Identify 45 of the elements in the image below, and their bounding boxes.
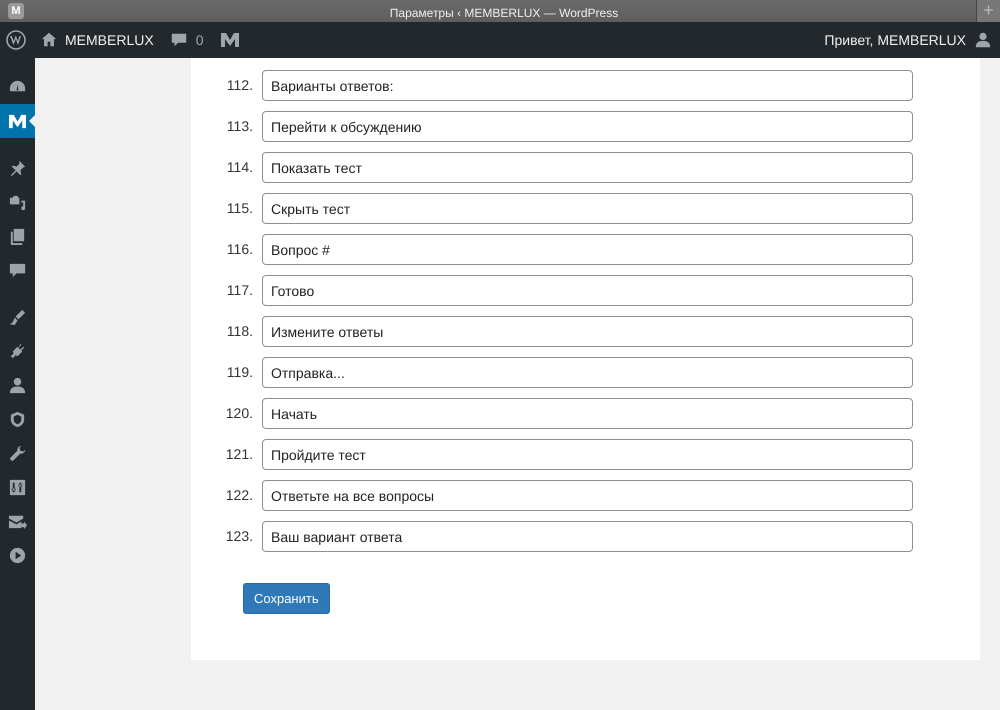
wordpress-logo-icon[interactable]	[6, 30, 26, 50]
app-badge: M	[8, 3, 24, 19]
home-icon[interactable]	[40, 31, 58, 49]
text-input[interactable]: Перейти к обсуждению	[262, 111, 913, 142]
user-icon[interactable]	[974, 31, 992, 49]
window-title: Параметры ‹ MEMBERLUX — WordPress	[388, 5, 620, 22]
comment-count[interactable]: 0	[196, 30, 204, 50]
text-input[interactable]: Показать тест	[262, 152, 913, 183]
row-number: 121.	[224, 445, 254, 464]
text-input[interactable]: Начать	[262, 398, 913, 429]
row-number: 123.	[224, 527, 254, 546]
text-input[interactable]: Ваш вариант ответа	[262, 521, 913, 552]
text-input[interactable]: Готово	[262, 275, 913, 306]
text-input[interactable]: Скрыть тест	[262, 193, 913, 224]
site-name-link[interactable]: MEMBERLUX	[65, 30, 154, 50]
text-input[interactable]: Ответьте на все вопросы	[262, 480, 913, 511]
greeting-link[interactable]: Привет, MEMBERLUX	[824, 30, 966, 50]
text-input[interactable]: Отправка...	[262, 357, 913, 388]
m-logo-icon[interactable]	[219, 30, 242, 50]
row-number: 120.	[224, 404, 254, 423]
row-number: 119.	[226, 363, 254, 382]
row-number: 122.	[224, 486, 254, 505]
text-input[interactable]: Варианты ответов:	[262, 70, 913, 101]
paintbrush-icon[interactable]	[8, 308, 27, 326]
plug-icon[interactable]	[8, 342, 27, 360]
play-icon[interactable]	[8, 546, 27, 564]
text-input[interactable]: Вопрос #	[262, 234, 913, 265]
text-input[interactable]: Пройдите тест	[262, 439, 913, 470]
row-number: 115.	[226, 199, 254, 218]
row-number: 116.	[226, 240, 254, 259]
row-number: 113.	[226, 117, 254, 136]
user-icon[interactable]	[8, 376, 27, 394]
save-button[interactable]: Сохранить	[243, 583, 330, 614]
row-number: 114.	[226, 158, 254, 177]
pushpin-icon[interactable]	[8, 158, 27, 178]
shield-icon[interactable]	[8, 410, 27, 428]
pages-icon[interactable]	[8, 226, 27, 246]
text-input[interactable]: Измените ответы	[262, 316, 913, 347]
comment-icon[interactable]	[170, 31, 188, 49]
sidebar-item[interactable]	[0, 104, 35, 138]
row-number: 117.	[226, 281, 254, 300]
wrench-icon[interactable]	[8, 444, 27, 462]
row-number: 112.	[226, 76, 254, 95]
sliders-icon[interactable]	[8, 478, 27, 496]
row-number: 118.	[226, 322, 254, 341]
